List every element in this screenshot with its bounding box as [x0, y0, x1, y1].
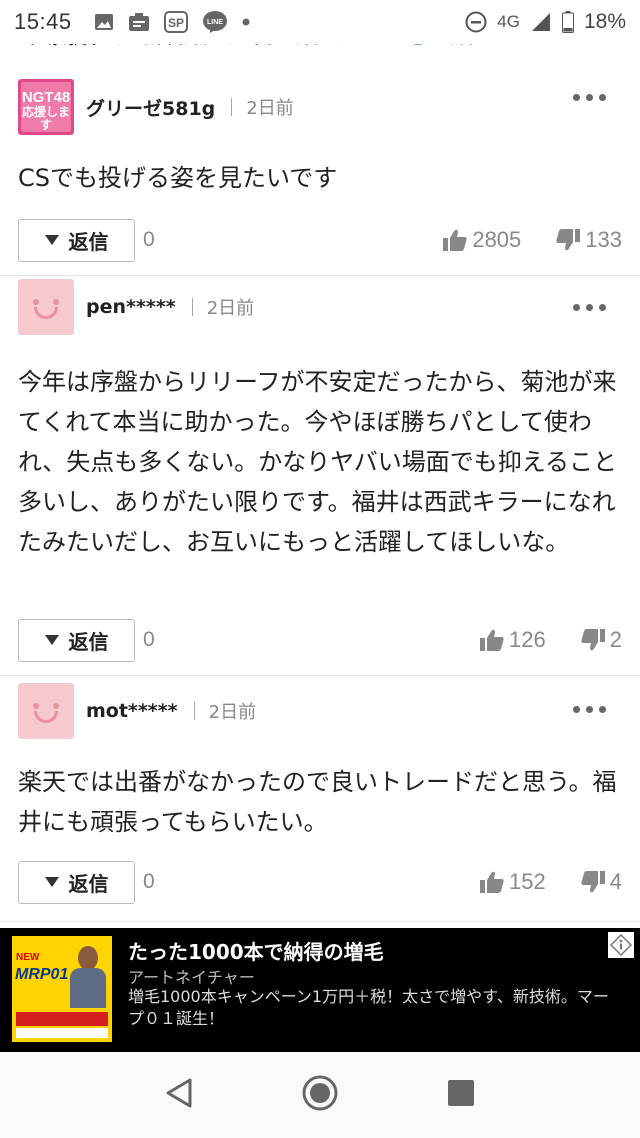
- reply-count: 0: [143, 628, 155, 651]
- avatar[interactable]: [18, 279, 74, 335]
- back-triangle-icon[interactable]: [164, 1077, 194, 1113]
- like-count: 152: [509, 869, 546, 894]
- thumbs-down-icon: [581, 871, 605, 893]
- caret-down-icon: [44, 635, 59, 645]
- system-nav-bar: [0, 1052, 640, 1138]
- avatar[interactable]: NGT48 応援します: [18, 79, 74, 135]
- ad-title[interactable]: たった1000本で納得の増毛: [128, 936, 384, 965]
- reply-count: 0: [143, 228, 155, 251]
- news-icon: [128, 12, 150, 32]
- dislike-button[interactable]: 4: [580, 869, 622, 895]
- thumbs-up-icon: [443, 229, 467, 251]
- dislike-button[interactable]: 133: [555, 227, 622, 253]
- recents-square-icon[interactable]: [446, 1078, 476, 1112]
- more-menu-icon[interactable]: [573, 304, 606, 311]
- more-menu-icon[interactable]: [573, 94, 606, 101]
- ad-advertiser: アートネイチャー: [128, 968, 255, 987]
- dislike-count: 2: [609, 627, 622, 652]
- reply-label: 返信: [68, 229, 109, 254]
- thumbs-up-icon: [480, 871, 504, 893]
- ad-info-icon[interactable]: [608, 932, 634, 958]
- avatar-text-ngt48: NGT48: [21, 89, 71, 106]
- do-not-disturb-icon: [465, 11, 487, 33]
- comment-item: mot***** 2日前 楽天では出番がなかったので良いトレードだと思う。福井に…: [0, 676, 640, 922]
- svg-text:SP: SP: [168, 16, 184, 30]
- thumbs-down-icon: [556, 229, 581, 251]
- ad-person-image: [68, 946, 108, 1008]
- like-button[interactable]: 2805: [442, 227, 521, 253]
- ad-image[interactable]: NEW MRP01: [12, 936, 112, 1042]
- comment-username[interactable]: pen*****: [86, 296, 176, 318]
- ad-banner[interactable]: NEW MRP01 たった1000本で納得の増毛 アートネイチャー 増毛1000…: [0, 928, 640, 1052]
- comment-item: pen***** 2日前 今年は序盤からリリーフが不安定だったから、菊池が来てく…: [0, 276, 640, 676]
- home-circle-icon[interactable]: [301, 1074, 339, 1116]
- comment-text: CSでも投げる姿を見たいです: [18, 164, 338, 192]
- dislike-count: 133: [585, 227, 622, 252]
- reply-label: 返信: [68, 871, 109, 896]
- dislike-button[interactable]: 2: [580, 627, 622, 653]
- comment-text: 今年は序盤からリリーフが不安定だったから、菊池が来てくれて本当に助かった。今やほ…: [18, 368, 618, 556]
- comment-text: 楽天では出番がなかったので良いトレードだと思う。福井にも頑張ってもらいたい。: [18, 768, 617, 836]
- like-count: 126: [509, 627, 546, 652]
- ad-description: 増毛1000本キャンペーン1万円＋税！太さで増やす、新技術。マープ０１誕生！: [128, 987, 609, 1028]
- line-icon: LINE: [202, 10, 228, 34]
- reply-button[interactable]: 返信: [18, 218, 135, 262]
- thumbs-down-icon: [581, 629, 605, 651]
- comment-username[interactable]: グリーゼ581g: [86, 94, 215, 121]
- divider: [193, 702, 195, 720]
- caret-down-icon: [44, 235, 59, 245]
- reply-button[interactable]: 返信: [18, 618, 135, 662]
- divider: [191, 298, 193, 316]
- comment-time: 2日前: [206, 298, 255, 319]
- like-button[interactable]: 126: [479, 627, 546, 653]
- reply-label: 返信: [68, 629, 109, 654]
- image-icon: [94, 12, 114, 32]
- caret-down-icon: [44, 877, 59, 887]
- battery-percent: 18%: [583, 10, 626, 33]
- avatar[interactable]: [18, 683, 74, 739]
- dot-icon: [242, 18, 250, 26]
- comment-item: NGT48 応援します グリーゼ581g 2日前 CSでも投げる姿を見たいです …: [0, 74, 640, 276]
- reply-count: 0: [143, 870, 155, 893]
- reply-button[interactable]: 返信: [18, 860, 135, 904]
- notification-icons: SP LINE: [94, 10, 250, 34]
- divider: [231, 98, 233, 116]
- like-button[interactable]: 152: [479, 869, 546, 895]
- comment-username[interactable]: mot*****: [86, 700, 178, 722]
- comment-time: 2日前: [246, 98, 294, 119]
- more-menu-icon[interactable]: [573, 706, 606, 713]
- like-count: 2805: [472, 227, 522, 252]
- dislike-count: 4: [609, 869, 622, 894]
- battery-icon: [561, 11, 574, 33]
- svg-text:LINE: LINE: [207, 19, 223, 26]
- network-type: 4G: [497, 12, 520, 31]
- avatar-text-support: 応援します: [21, 105, 70, 132]
- ad-badge-new: NEW: [16, 952, 40, 963]
- status-time: 15:45: [14, 9, 72, 34]
- signal-icon: [530, 11, 552, 33]
- ad-product-name: MRP01: [15, 966, 69, 983]
- comment-time: 2日前: [208, 702, 257, 723]
- sports-app-icon: SP: [163, 11, 188, 33]
- thumbs-up-icon: [480, 629, 504, 651]
- status-bar: 15:45 SP LINE 4G 18%: [0, 0, 640, 44]
